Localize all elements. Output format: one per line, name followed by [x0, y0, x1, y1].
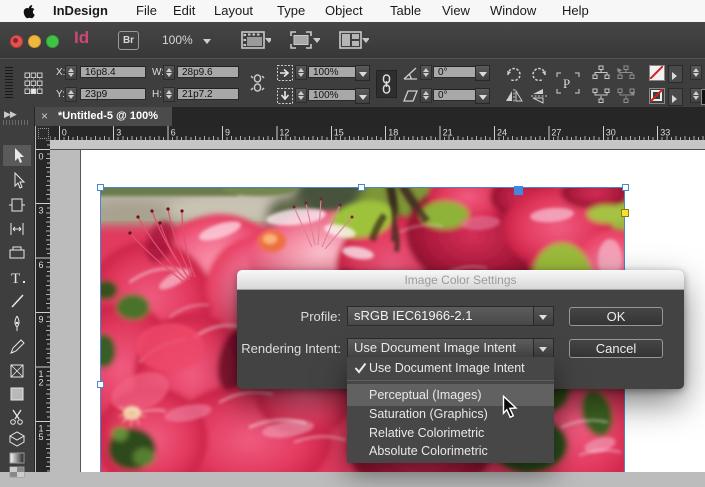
svg-text:T: T — [11, 271, 20, 287]
svg-text:30: 30 — [606, 128, 616, 138]
svg-text:P: P — [563, 76, 570, 91]
svg-text:33: 33 — [660, 128, 670, 138]
svg-text:5: 5 — [39, 432, 44, 442]
svg-text:0: 0 — [39, 151, 44, 161]
svg-text:27: 27 — [551, 128, 561, 138]
svg-text:9: 9 — [39, 315, 44, 325]
svg-text:15: 15 — [334, 128, 344, 138]
svg-text:3: 3 — [116, 128, 121, 138]
svg-text:0: 0 — [62, 128, 67, 138]
svg-text:2: 2 — [39, 377, 44, 387]
svg-text:18: 18 — [388, 128, 398, 138]
svg-text:3: 3 — [39, 206, 44, 216]
svg-text:12: 12 — [279, 128, 289, 138]
svg-text:9: 9 — [225, 128, 230, 138]
svg-text:21: 21 — [443, 128, 453, 138]
svg-text:6: 6 — [39, 260, 44, 270]
svg-text:24: 24 — [497, 128, 507, 138]
svg-text:6: 6 — [171, 128, 176, 138]
